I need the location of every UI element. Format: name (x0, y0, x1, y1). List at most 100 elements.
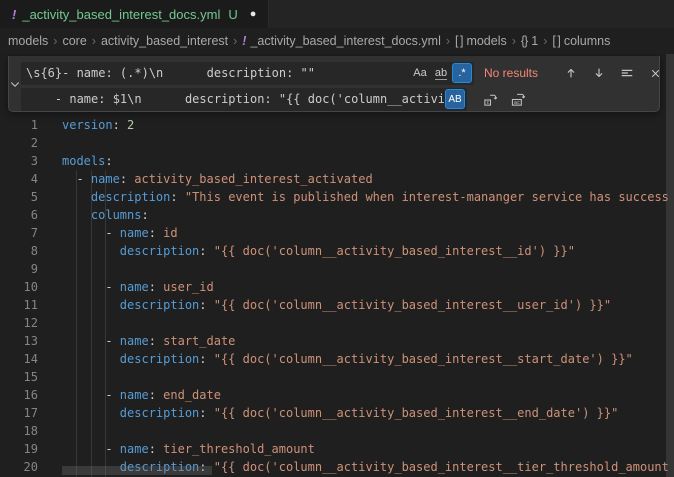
toggle-replace-chevron-down-icon[interactable] (9, 56, 21, 111)
code-line[interactable]: 12 (0, 314, 674, 332)
replace-input[interactable]: - name: $1\n description: "{{ doc('colum… (21, 88, 467, 111)
horizontal-scrollbar[interactable] (62, 466, 212, 475)
object-symbol-icon: {} (521, 34, 527, 48)
line-number: 9 (0, 260, 48, 278)
find-input[interactable]: \s{6}- name: (.*)\n description: "" Aa a… (21, 62, 474, 85)
line-text: description: "{{ doc('column__activity_b… (48, 242, 575, 260)
line-number: 19 (0, 440, 48, 458)
line-number: 18 (0, 422, 48, 440)
replace-button[interactable]: c (479, 88, 501, 110)
modified-dot-icon[interactable]: ● (250, 8, 257, 20)
code-line[interactable]: 11 description: "{{ doc('column__activit… (0, 296, 674, 314)
git-status-badge: U (228, 7, 237, 22)
line-text: - name: user_id (48, 278, 214, 296)
breadcrumb-item[interactable]: [ ] columns (552, 34, 610, 48)
replace-all-button[interactable]: ac (507, 88, 529, 110)
array-symbol-icon: [ ] (552, 34, 559, 48)
find-row: \s{6}- name: (.*)\n description: "" Aa a… (21, 61, 666, 85)
code-lines: 1version: 223models:4 - name: activity_b… (0, 116, 674, 476)
tab-bar: ! _activity_based_interest_docs.yml U ● (0, 0, 674, 28)
line-number: 2 (0, 134, 48, 152)
breadcrumb-label: 1 (531, 34, 538, 48)
breadcrumb-label: core (62, 34, 86, 48)
regex-button[interactable]: .* (452, 63, 472, 83)
code-line[interactable]: 14 description: "{{ doc('column__activit… (0, 350, 674, 368)
code-line[interactable]: 18 (0, 422, 674, 440)
code-line[interactable]: 9 (0, 260, 674, 278)
tab-filename: _activity_based_interest_docs.yml (22, 7, 220, 22)
line-number: 11 (0, 296, 48, 314)
code-line[interactable]: 2 (0, 134, 674, 152)
breadcrumb-separator-icon: › (53, 34, 57, 48)
line-number: 4 (0, 170, 48, 188)
breadcrumb-item[interactable]: models (8, 34, 48, 48)
code-line[interactable]: 13 - name: start_date (0, 332, 674, 350)
breadcrumb-separator-icon: › (543, 34, 547, 48)
find-input-value: \s{6}- name: (.*)\n description: "" (26, 66, 409, 80)
breadcrumb-item[interactable]: !_activity_based_interest_docs.yml (242, 34, 441, 48)
previous-match-button[interactable] (560, 62, 582, 84)
code-line[interactable]: 17 description: "{{ doc('column__activit… (0, 404, 674, 422)
vertical-scrollbar[interactable] (666, 54, 674, 477)
breadcrumb-label: columns (564, 34, 611, 48)
line-text: version: 2 (48, 116, 134, 134)
breadcrumb-label: models (466, 34, 506, 48)
line-text: columns: (48, 206, 149, 224)
line-text (48, 260, 62, 278)
preserve-case-button[interactable]: AB (445, 89, 465, 109)
breadcrumb-item[interactable]: core (62, 34, 86, 48)
code-line[interactable]: 7 - name: id (0, 224, 674, 242)
breadcrumb-item[interactable]: {} 1 (521, 34, 538, 48)
line-number: 10 (0, 278, 48, 296)
line-text: description: "{{ doc('column__activity_b… (48, 404, 618, 422)
line-number: 20 (0, 458, 48, 476)
close-icon[interactable] (644, 62, 666, 84)
find-results-status: No results (484, 66, 554, 80)
line-text: - name: start_date (48, 332, 235, 350)
vscode-window: ! _activity_based_interest_docs.yml U ● … (0, 0, 674, 477)
find-replace-widget: \s{6}- name: (.*)\n description: "" Aa a… (8, 56, 660, 112)
find-in-selection-icon[interactable] (616, 62, 638, 84)
code-line[interactable]: 5 description: "This event is published … (0, 188, 674, 206)
line-number: 1 (0, 116, 48, 134)
code-line[interactable]: 10 - name: user_id (0, 278, 674, 296)
line-number: 13 (0, 332, 48, 350)
code-editor[interactable]: 1version: 223models:4 - name: activity_b… (0, 54, 674, 477)
match-case-button[interactable]: Aa (410, 63, 430, 83)
code-line[interactable]: 4 - name: activity_based_interest_activa… (0, 170, 674, 188)
breadcrumb-item[interactable]: [ ] models (455, 34, 507, 48)
code-line[interactable]: 3models: (0, 152, 674, 170)
breadcrumb-label: activity_based_interest (101, 34, 228, 48)
code-line[interactable]: 1version: 2 (0, 116, 674, 134)
breadcrumb-separator-icon: › (233, 34, 237, 48)
replace-row: - name: $1\n description: "{{ doc('colum… (21, 87, 666, 111)
line-number: 7 (0, 224, 48, 242)
breadcrumb-separator-icon: › (446, 34, 450, 48)
line-text (48, 314, 62, 332)
line-number: 8 (0, 242, 48, 260)
code-line[interactable]: 6 columns: (0, 206, 674, 224)
breadcrumb-separator-icon: › (512, 34, 516, 48)
code-line[interactable]: 15 (0, 368, 674, 386)
line-text (48, 368, 62, 386)
line-text (48, 422, 62, 440)
breadcrumb-label: _activity_based_interest_docs.yml (250, 34, 440, 48)
line-number: 5 (0, 188, 48, 206)
tab-active-file[interactable]: ! _activity_based_interest_docs.yml U ● (0, 0, 269, 28)
array-symbol-icon: [ ] (455, 34, 462, 48)
breadcrumb-item[interactable]: activity_based_interest (101, 34, 228, 48)
line-number: 3 (0, 152, 48, 170)
whole-word-button[interactable]: ab (431, 63, 451, 83)
line-text: - name: activity_based_interest_activate… (48, 170, 373, 188)
code-line[interactable]: 8 description: "{{ doc('column__activity… (0, 242, 674, 260)
code-line[interactable]: 16 - name: end_date (0, 386, 674, 404)
replace-input-value: - name: $1\n description: "{{ doc('colum… (26, 92, 444, 106)
line-number: 15 (0, 368, 48, 386)
next-match-button[interactable] (588, 62, 610, 84)
breadcrumb: models › core › activity_based_interest › !_ac… (0, 28, 674, 54)
breadcrumb-separator-icon: › (92, 34, 96, 48)
line-number: 6 (0, 206, 48, 224)
code-line[interactable]: 19 - name: tier_threshold_amount (0, 440, 674, 458)
line-text: - name: end_date (48, 386, 221, 404)
line-text: description: "{{ doc('column__activity_b… (48, 350, 633, 368)
